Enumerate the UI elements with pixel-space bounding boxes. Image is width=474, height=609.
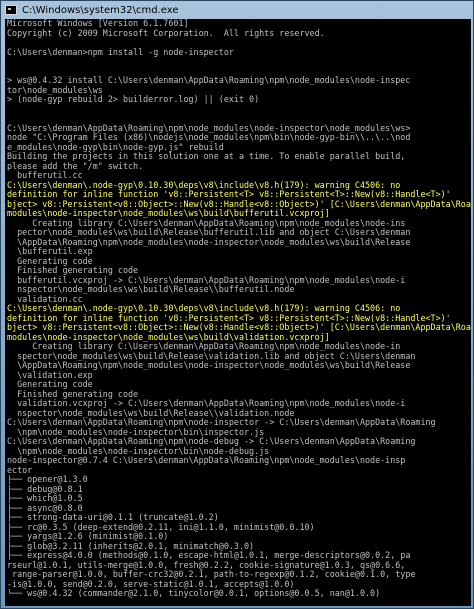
console-line: ├── strong-data-uri@0.1.1 (truncate@1.0.… <box>7 513 219 522</box>
console-line: nspector\node_modules\ws\build\Release\\… <box>7 408 295 418</box>
console-line: ├── glob@3.2.11 (inherits@2.0.1, minimat… <box>7 541 255 551</box>
console-line: node "C:\Program Files (x86)\nodejs\node… <box>7 133 411 142</box>
console-line: ├── which@1.0.5 <box>7 494 83 503</box>
console-line: C:\Users\denman\AppData\Roaming\npm\node… <box>7 437 416 446</box>
console-line: -is@1.0.0, send@0.2.0, serve-static@1.0.… <box>7 579 295 589</box>
console-line: ├── debug@0.8.1 <box>7 484 83 494</box>
console-line: Creating library C:\Users\denman\AppData… <box>7 218 406 228</box>
window-title: C:\Windows\system32\cmd.exe <box>22 4 179 16</box>
console-line: validation.cc <box>7 294 83 304</box>
console-line: \AppData\Roaming\npm\node_modules\node-i… <box>7 361 411 370</box>
console-line: > ws@0.4.32 install C:\Users\denman\AppD… <box>7 76 411 85</box>
console-line: please add the "/m" switch. <box>7 161 144 171</box>
console-line: C:\Users\denman\AppData\Roaming\npm\node… <box>7 123 411 133</box>
console-line: ├── async@0.8.0 <box>7 503 83 513</box>
warning-line: bject> v8::Persistent<v8::Object>::New(v… <box>7 323 471 332</box>
warning-line: C:\Users\denman\.node-gyp\0.10.30\deps\v… <box>7 304 401 313</box>
console-line: bufferutil.cc <box>7 171 83 180</box>
cmd-window: C:\Windows\system32\cmd.exe Microsoft Wi… <box>0 0 474 609</box>
warning-line: definition for inline function 'v8::Pers… <box>7 190 451 199</box>
console-line: Microsoft Windows [Version 6.1.7601] <box>7 19 189 28</box>
console-line: Copyright (c) 2009 Microsoft Corporation… <box>7 28 325 38</box>
console-line: rseurl@1.0.1, utils-merge@1.0.0, fresh@0… <box>7 560 406 570</box>
title-bar[interactable]: C:\Windows\system32\cmd.exe <box>1 1 473 19</box>
console-line: Generating code <box>7 256 93 266</box>
console-line: tor\node_modules\ws <box>7 85 103 95</box>
console-line: ├── rc@0.3.5 (deep-extend@0.2.11, ini@1.… <box>7 522 315 532</box>
console-line: > (node-gyp rebuild 2> builderror.log) |… <box>7 95 260 104</box>
warning-line: definition for inline function 'v8::Pers… <box>7 313 451 323</box>
console-line: \npm\node_modules\node-inspector\bin\nod… <box>7 446 270 456</box>
console-line: \validation.exp <box>7 370 93 380</box>
console-line: node-inspector@0.7.4 C:\Users\denman\App… <box>7 456 406 465</box>
console-line: \npm\node_modules\node-inspector\bin\ins… <box>7 427 265 437</box>
console-line: Finished generating code <box>7 389 139 399</box>
warning-line: modules\node-inspector\node_modules\ws\b… <box>7 209 330 218</box>
warning-line: bject> v8::Persistent<v8::Object>::New(v… <box>7 199 471 209</box>
console-line: range-parser@1.0.0, buffer-crc32@0.2.1, … <box>7 570 416 579</box>
console-line: \AppData\Roaming\npm\node_modules\node-i… <box>7 237 411 247</box>
console-line: C:\Users\denman>npm install -g node-insp… <box>7 47 234 57</box>
warning-line: C:\Users\denman\.node-gyp\0.10.30\deps\v… <box>7 180 401 190</box>
console-icon[interactable] <box>5 5 17 15</box>
console-line: Finished generating code <box>7 266 139 275</box>
console-line: spector\node_modules\ws\build\Release\va… <box>7 351 416 361</box>
console-line: validation.vcxproj -> C:\Users\denman\Ap… <box>7 399 406 408</box>
console-line: ector <box>7 465 33 475</box>
console-line: pector\node_modules\ws\build\Release\buf… <box>7 228 411 237</box>
console-line: ├── opener@1.3.0 <box>7 475 88 484</box>
console-line: Generating code <box>7 380 93 389</box>
console-line: Creating library C:\Users\denman\AppData… <box>7 342 401 351</box>
console-line: └── ws@0.4.32 (commander@2.1.0, tinycolo… <box>7 589 381 598</box>
warning-line: modules\node-inspector\node_modules\ws\b… <box>7 332 330 342</box>
console-line: nspector\node_modules\ws\build\Release\\… <box>7 285 295 294</box>
console-line: ├── yargs@1.2.6 (minimist@0.1.0) <box>7 532 169 541</box>
console-output[interactable]: Microsoft Windows [Version 6.1.7601] Copy… <box>5 19 471 606</box>
console-line: \bufferutil.exp <box>7 247 93 256</box>
console-line: Building the projects in this solution o… <box>7 152 406 161</box>
console-line: ├── express@4.0.0 (methods@0.1.0, escape… <box>7 551 411 560</box>
console-line: C:\Users\denman\AppData\Roaming\npm\node… <box>7 418 436 427</box>
console-line: bufferutil.vcxproj -> C:\Users\denman\Ap… <box>7 275 406 285</box>
console-line: e_modules\node-gyp\bin\node-gyp.js" rebu… <box>7 142 224 152</box>
